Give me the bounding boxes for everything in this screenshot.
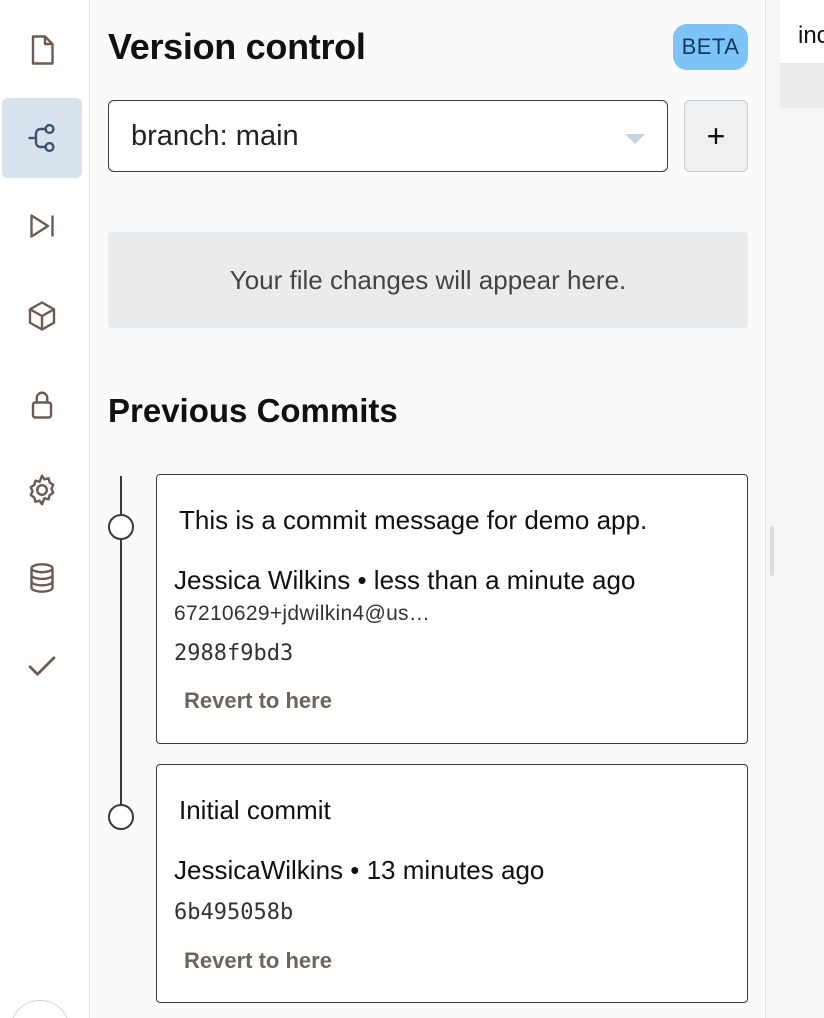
commit-author: Jessica Wilkins • less than a minute ago: [174, 565, 636, 595]
activity-rail: [0, 0, 90, 1018]
rail-item-settings[interactable]: [2, 450, 82, 530]
rail-item-version-control[interactable]: [2, 98, 82, 178]
commit-author: JessicaWilkins • 13 minutes ago: [174, 855, 545, 885]
package-icon: [28, 301, 56, 331]
rail-item-packages[interactable]: [2, 276, 82, 356]
previous-commits-heading: Previous Commits: [108, 392, 398, 429]
editor-tab[interactable]: inc: [780, 0, 824, 64]
database-icon: [30, 563, 54, 593]
check-icon: [28, 656, 56, 676]
commit-hash[interactable]: 6b495058b: [174, 900, 293, 925]
commit-message: Initial commit: [179, 795, 331, 825]
commit-timeline-dot: [108, 514, 134, 540]
commit-card: Initial commit JessicaWilkins • 13 minut…: [156, 764, 748, 1003]
rail-item-files[interactable]: [2, 10, 82, 90]
rail-item-database[interactable]: [2, 538, 82, 618]
rail-item-secrets[interactable]: [2, 364, 82, 444]
file-changes-empty-state: Your file changes will appear here.: [108, 232, 748, 328]
revert-button[interactable]: Revert to here: [184, 688, 332, 714]
branch-icon: [28, 123, 55, 153]
gear-icon: [29, 474, 55, 506]
branch-select[interactable]: branch: main: [108, 100, 668, 172]
commit-email: 67210629+jdwilkin4@us…: [174, 602, 431, 625]
page-title: Version control: [108, 26, 366, 67]
run-icon: [30, 214, 54, 238]
commit-message: This is a commit message for demo app.: [179, 505, 648, 535]
beta-badge: BETA: [673, 24, 748, 70]
avatar[interactable]: [10, 1000, 70, 1018]
rail-item-run[interactable]: [2, 186, 82, 266]
panel-resize-handle[interactable]: [770, 526, 774, 576]
lock-icon: [31, 391, 53, 419]
rail-item-checks[interactable]: [2, 626, 82, 706]
commit-hash[interactable]: 2988f9bd3: [174, 641, 293, 666]
editor-toolbar: [780, 64, 824, 108]
editor-area: inc: [765, 0, 824, 1018]
commit-timeline-dot: [108, 804, 134, 830]
branch-select-value: branch: main: [131, 119, 299, 152]
app-window: Version control BETA branch: main + Your…: [0, 0, 824, 1018]
commit-card: This is a commit message for demo app. J…: [156, 474, 748, 744]
revert-button[interactable]: Revert to here: [184, 948, 332, 974]
add-branch-button[interactable]: +: [684, 100, 748, 172]
chevron-down-icon: [625, 134, 645, 144]
file-icon: [31, 35, 54, 65]
